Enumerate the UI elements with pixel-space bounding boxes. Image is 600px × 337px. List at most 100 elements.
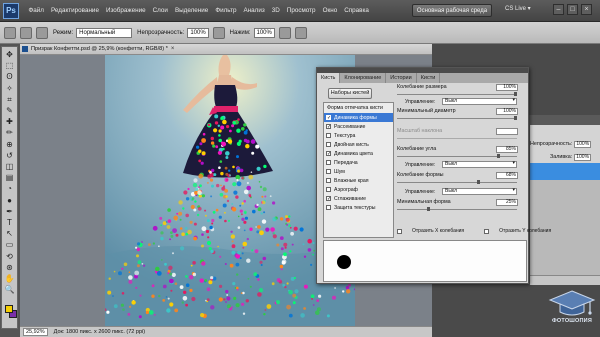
brush-presets-button[interactable]: Наборы кистей <box>328 88 372 99</box>
slider-thumb[interactable] <box>477 180 480 184</box>
checkbox-icon[interactable] <box>326 160 331 165</box>
brush-option-dual-brush[interactable]: Двойная кисть <box>324 140 393 149</box>
opacity-field[interactable]: 100% <box>187 27 209 38</box>
minimize-icon[interactable]: – <box>553 4 564 15</box>
brush-icon[interactable]: ✏ <box>4 128 15 138</box>
min-diameter-slider[interactable] <box>397 116 517 120</box>
brush-option-texture[interactable]: Текстура <box>324 131 393 140</box>
marquee-icon[interactable]: ⬚ <box>4 61 15 71</box>
maximize-icon[interactable]: □ <box>567 4 578 15</box>
brush-option-scattering[interactable]: ✓ Рассеивание <box>324 122 393 131</box>
checkbox-icon[interactable]: ✓ <box>326 124 331 130</box>
selected-layer[interactable] <box>530 163 600 180</box>
tab-brush[interactable]: Кисть <box>317 73 341 83</box>
roundness-control-select[interactable]: Выкл <box>442 188 517 195</box>
checkbox-icon[interactable]: ✓ <box>326 115 331 121</box>
brush-option-protect-texture[interactable]: Защита текстуры <box>324 203 393 212</box>
checkbox-icon[interactable] <box>326 205 331 210</box>
size-jitter-field[interactable]: 100% <box>496 84 518 91</box>
menu-3d[interactable]: 3D <box>268 7 283 14</box>
mode-select[interactable]: Нормальный <box>76 27 133 38</box>
size-jitter-slider[interactable] <box>397 92 517 96</box>
checkbox-icon[interactable] <box>484 228 490 234</box>
airbrush-icon[interactable] <box>278 26 291 39</box>
eraser-icon[interactable]: ◫ <box>4 162 15 172</box>
min-roundness-field[interactable]: 25% <box>496 199 518 206</box>
dodge-icon[interactable]: ● <box>4 196 15 206</box>
workspace-button[interactable]: Основная рабочая среда <box>412 4 492 17</box>
brush-option-airbrush[interactable]: Аэрограф <box>324 185 393 194</box>
roundness-jitter-field[interactable]: 68% <box>496 172 518 179</box>
brush-option-smoothing[interactable]: ✓ Сглаживание <box>324 194 393 203</box>
gradient-icon[interactable]: ▤ <box>4 173 15 183</box>
angle-jitter-field[interactable]: 85% <box>496 146 518 153</box>
eyedropper-icon[interactable]: ✎ <box>4 106 15 116</box>
3d-camera-icon[interactable]: ⊛ <box>4 263 15 273</box>
menu-window[interactable]: Окно <box>319 7 341 14</box>
slider-thumb[interactable] <box>497 154 500 158</box>
zoom-icon[interactable]: 🔍 <box>4 285 15 295</box>
menu-help[interactable]: Справка <box>341 7 373 14</box>
close-icon[interactable]: × <box>581 4 592 15</box>
lasso-icon[interactable]: ʘ <box>4 72 15 82</box>
angle-jitter-slider[interactable] <box>397 154 517 158</box>
slider-thumb[interactable] <box>514 92 517 96</box>
menu-filter[interactable]: Фильтр <box>212 7 240 14</box>
brush-option-color-dynamics[interactable]: ✓ Динамика цвета <box>324 149 393 158</box>
brush-option-wet-edges[interactable]: Влажные края <box>324 176 393 185</box>
layer-opacity-field[interactable]: 100% <box>574 140 592 148</box>
foreground-color-swatch[interactable] <box>5 305 13 313</box>
checkbox-icon[interactable] <box>397 228 402 234</box>
type-icon[interactable]: T <box>4 218 15 228</box>
menu-image[interactable]: Изображение <box>102 7 149 14</box>
tab-clone-source[interactable]: Клонирование <box>340 73 387 83</box>
slider-thumb[interactable] <box>427 207 430 211</box>
checkbox-icon[interactable]: ✓ <box>326 196 331 202</box>
cs-live-button[interactable]: CS Live ▾ <box>505 5 531 12</box>
brush-panel-toggle-icon[interactable] <box>36 26 48 39</box>
move-icon[interactable]: ✥ <box>4 50 15 60</box>
document-info[interactable]: Док: 1800 пикс. x 2600 пикс. (72 ppi) <box>54 329 145 335</box>
path-select-icon[interactable]: ↖ <box>4 229 15 239</box>
checkbox-icon[interactable] <box>326 169 331 174</box>
min-roundness-slider[interactable] <box>397 207 517 211</box>
size-control-select[interactable]: Выкл <box>442 98 517 105</box>
document-close-icon[interactable]: × <box>171 46 175 52</box>
menu-file[interactable]: Файл <box>25 7 47 14</box>
checkbox-icon[interactable] <box>326 178 331 183</box>
menu-view[interactable]: Просмотр <box>283 7 319 14</box>
tablet-opacity-icon[interactable] <box>212 26 225 39</box>
checkbox-icon[interactable] <box>326 142 331 147</box>
flip-y-option[interactable]: Отразить Y колебания <box>484 228 561 234</box>
3d-rotate-icon[interactable]: ⟲ <box>4 252 15 262</box>
menu-select[interactable]: Выделение <box>171 7 211 14</box>
shape-icon[interactable]: ▭ <box>4 240 15 250</box>
checkbox-icon[interactable] <box>326 133 331 138</box>
document-tab[interactable]: Призрак Конфетти.psd @ 25,9% (конфетти, … <box>20 44 432 55</box>
brush-option-shape-dynamics[interactable]: ✓ Динамика формы <box>324 113 393 122</box>
brush-tool-preset-icon[interactable] <box>4 26 16 39</box>
healing-icon[interactable]: ✚ <box>4 117 15 127</box>
roundness-jitter-slider[interactable] <box>397 180 517 184</box>
stamp-icon[interactable]: ⊕ <box>4 140 15 150</box>
min-diameter-field[interactable]: 100% <box>496 108 518 115</box>
brush-option-transfer[interactable]: Передача <box>324 158 393 167</box>
menu-analysis[interactable]: Анализ <box>240 7 268 14</box>
slider-thumb[interactable] <box>514 116 517 120</box>
flow-field[interactable]: 100% <box>253 27 275 38</box>
menu-edit[interactable]: Редактирование <box>47 7 102 14</box>
checkbox-icon[interactable]: ✓ <box>326 151 331 157</box>
menu-layers[interactable]: Слои <box>149 7 171 14</box>
tablet-size-icon[interactable] <box>294 26 307 39</box>
pen-icon[interactable]: ✒ <box>4 207 15 217</box>
zoom-field[interactable]: 25,92% <box>23 328 48 336</box>
quick-select-icon[interactable]: ✧ <box>4 84 15 94</box>
checkbox-icon[interactable] <box>326 187 331 192</box>
crop-icon[interactable]: ⌗ <box>4 95 15 105</box>
brush-option-noise[interactable]: Шум <box>324 167 393 176</box>
angle-control-select[interactable]: Выкл <box>442 161 517 168</box>
blur-icon[interactable]: ◔ <box>4 184 15 194</box>
hand-icon[interactable]: ✋ <box>4 274 15 284</box>
brush-size-icon[interactable] <box>20 26 32 39</box>
layer-fill-field[interactable]: 100% <box>574 153 592 161</box>
